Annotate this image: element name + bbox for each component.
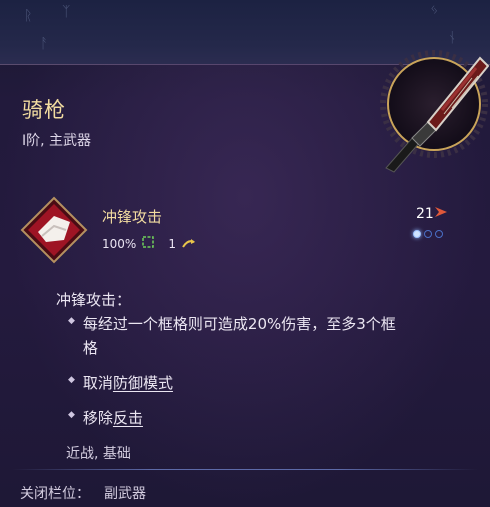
bullet-prefix: 取消	[82, 374, 113, 392]
footer-label: 关闭栏位：	[20, 486, 90, 502]
description-bullet: ◆ 取消防御模式	[68, 371, 173, 395]
bullet-diamond-icon: ◆	[68, 375, 75, 385]
bullet-diamond-icon: ◆	[68, 316, 75, 326]
skill-cost: 21	[416, 206, 448, 222]
description-bullet: ◆ 移除反击	[68, 406, 143, 430]
charge-indicator	[413, 230, 443, 238]
bullet-text-continued: 格	[82, 339, 98, 357]
divider	[12, 469, 478, 470]
closed-slot-footer: 关闭栏位： 副武器	[20, 483, 146, 503]
bullet-text: 每经过一个框格则可造成20%伤害，至多3个框	[82, 315, 396, 333]
range-arrow-icon	[182, 237, 196, 251]
accuracy-icon	[142, 236, 155, 251]
rune-decoration-icon: ᚾ	[448, 30, 457, 46]
rune-decoration-icon: ᛃ	[430, 2, 439, 18]
charge-attack-icon[interactable]	[20, 196, 88, 264]
counterattack-link[interactable]: 反击	[113, 409, 143, 427]
lance-weapon-icon	[372, 50, 490, 180]
description-title: 冲锋攻击：	[56, 291, 132, 309]
rune-decoration-icon: ᛉ	[62, 4, 71, 20]
item-subtitle: I阶, 主武器	[22, 133, 92, 149]
bullet-diamond-icon: ◆	[68, 410, 75, 420]
rune-decoration-icon: ᚱ	[24, 8, 33, 24]
description-bullet: ◆ 每经过一个框格则可造成20%伤害，至多3个框 格	[68, 312, 396, 360]
range-value: 1	[168, 236, 176, 251]
charge-dot	[435, 230, 443, 238]
rune-decoration-icon: ᚨ	[40, 36, 49, 52]
accuracy-value: 100%	[102, 236, 137, 251]
footer-value: 副武器	[104, 486, 146, 502]
cost-icon	[434, 206, 448, 222]
item-title: 骑枪	[22, 98, 66, 122]
defense-mode-link[interactable]: 防御模式	[113, 374, 173, 392]
skill-name: 冲锋攻击	[102, 208, 163, 226]
skill-tags: 近战, 基础	[66, 446, 131, 462]
charge-dot	[424, 230, 432, 238]
skill-stats: 100% 1	[102, 236, 196, 251]
cost-value: 21	[416, 206, 434, 222]
charge-dot	[413, 230, 421, 238]
bullet-prefix: 移除	[82, 409, 113, 427]
